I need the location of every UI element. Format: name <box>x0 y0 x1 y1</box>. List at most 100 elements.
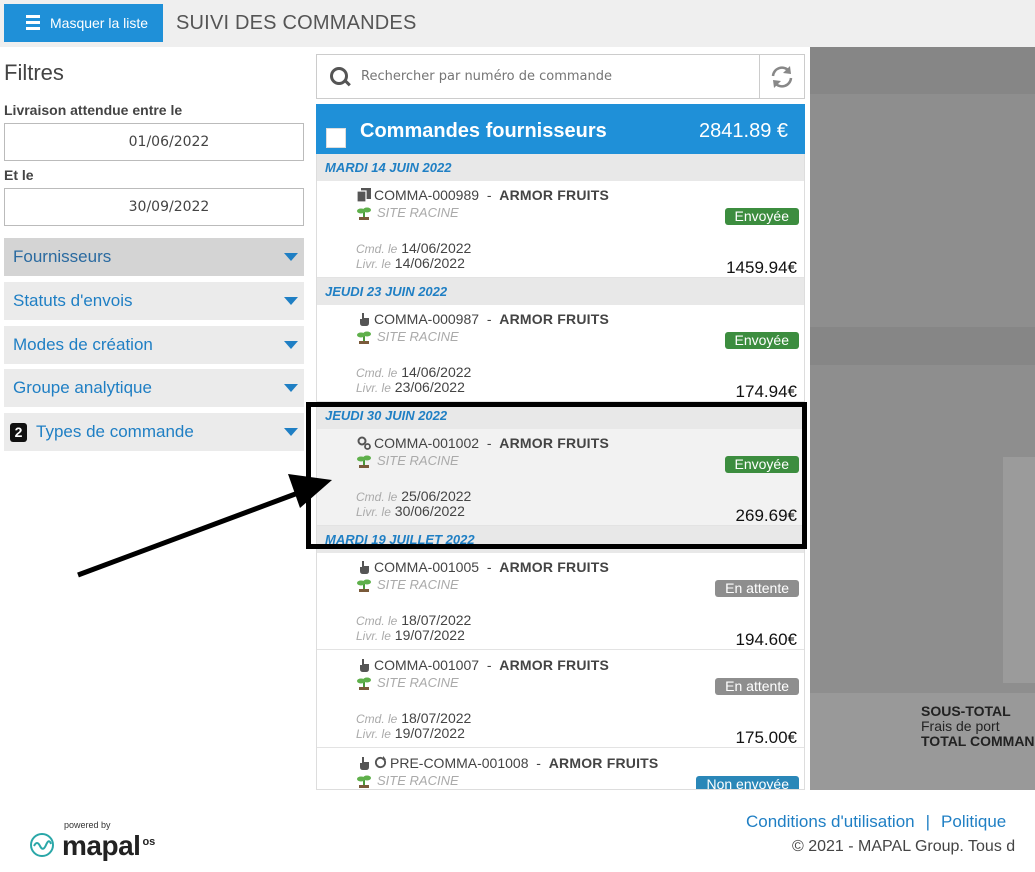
filter-count-badge: 2 <box>10 422 27 442</box>
detail-header-strip <box>810 47 1035 94</box>
order-cmd-date: Cmd. le 14/06/2022 <box>356 364 471 380</box>
shipping-label: Frais de port <box>921 718 1000 734</box>
filter-order-types[interactable]: 2 Types de commande <box>4 413 304 451</box>
order-supplier: ARMOR FRUITS <box>499 311 610 327</box>
livr-date-label: Livr. le <box>356 727 391 741</box>
site-name: SITE RACINE <box>377 675 459 690</box>
powered-by-text: powered by <box>64 820 111 830</box>
order-row[interactable]: COMMA-001005 - ARMOR FRUITS SITE RACINE … <box>317 553 804 650</box>
order-amount: 175.00€ <box>735 728 797 747</box>
order-supplier: ARMOR FRUITS <box>499 559 610 575</box>
livr-date-label: Livr. le <box>356 629 391 643</box>
policy-link[interactable]: Politique <box>941 812 1006 831</box>
filter-label: Fournisseurs <box>13 247 112 266</box>
copy-icon <box>357 188 371 202</box>
order-row[interactable]: COMMA-000987 - ARMOR FRUITS SITE RACINE … <box>317 305 804 402</box>
order-separator: - <box>486 657 492 673</box>
status-badge: En attente <box>715 580 799 597</box>
order-number: COMMA-001005 <box>374 559 480 575</box>
logo-word: mapal <box>62 830 141 861</box>
order-supplier: ARMOR FRUITS <box>499 657 610 673</box>
filter-analytic-group[interactable]: Groupe analytique <box>4 369 304 407</box>
hand-icon <box>360 313 369 326</box>
terms-link[interactable]: Conditions d'utilisation <box>746 812 915 831</box>
date-group-header: MARDI 14 JUIN 2022 <box>317 154 804 181</box>
recurring-icon <box>374 756 387 769</box>
site-name: SITE RACINE <box>377 577 459 592</box>
mapal-wave-icon <box>30 833 54 857</box>
order-number: COMMA-000987 <box>374 311 480 327</box>
hide-list-button[interactable]: Masquer la liste <box>4 4 163 42</box>
hide-list-label: Masquer la liste <box>50 15 149 31</box>
order-title: COMMA-000989 - ARMOR FRUITS <box>374 187 609 203</box>
mapal-logo: powered by mapal os <box>28 820 155 862</box>
filter-label: Modes de création <box>13 335 153 354</box>
site-name: SITE RACINE <box>377 773 459 788</box>
select-all-checkbox[interactable] <box>326 128 346 148</box>
livr-date-value: 19/07/2022 <box>394 627 465 643</box>
order-amount: 1459.94€ <box>726 258 797 277</box>
filter-suppliers[interactable]: Fournisseurs <box>4 238 304 276</box>
refresh-button[interactable] <box>759 54 805 99</box>
order-site: SITE RACINE <box>357 577 459 592</box>
filter-label: Groupe analytique <box>13 378 152 397</box>
delivery-to-input[interactable] <box>4 188 304 226</box>
search-input[interactable] <box>361 69 741 84</box>
hand-icon <box>360 561 369 574</box>
footer-links: Conditions d'utilisation | Politique <box>746 812 1006 832</box>
order-number: PRE-COMMA-001008 <box>390 755 529 771</box>
filters-panel: Filtres Livraison attendue entre le Et l… <box>0 47 310 792</box>
cmd-date-value: 18/07/2022 <box>401 612 472 628</box>
delivery-from-input[interactable] <box>4 123 304 161</box>
status-badge: Envoyée <box>724 332 799 349</box>
order-separator: - <box>536 755 541 771</box>
caret-down-icon <box>284 384 298 392</box>
filter-creation-modes[interactable]: Modes de création <box>4 326 304 364</box>
order-livr-date: Livr. le 19/07/2022 <box>356 627 465 643</box>
refresh-icon <box>771 65 793 88</box>
filter-send-status[interactable]: Statuts d'envois <box>4 282 304 320</box>
order-separator: - <box>486 311 492 327</box>
cmd-date-label: Cmd. le <box>356 366 398 380</box>
order-separator: - <box>486 559 492 575</box>
sprout-icon <box>357 331 371 344</box>
order-supplier: ARMOR FRUITS <box>499 187 610 203</box>
cmd-date-label: Cmd. le <box>356 614 398 628</box>
order-livr-date: Livr. le 19/07/2022 <box>356 725 465 741</box>
cmd-date-value: 14/06/2022 <box>401 364 472 380</box>
hand-icon <box>360 757 369 770</box>
cmd-date-label: Cmd. le <box>356 712 398 726</box>
search-box <box>316 54 760 99</box>
order-title: PRE-COMMA-001008 - ARMOR FRUITS <box>374 755 658 771</box>
sprout-icon <box>357 207 371 220</box>
search-icon <box>329 66 351 88</box>
filter-label: Statuts d'envois <box>13 291 133 310</box>
order-site: SITE RACINE <box>357 205 459 220</box>
filter-label: Types de commande <box>36 422 194 441</box>
page-title: SUIVI DES COMMANDES <box>176 12 417 34</box>
order-cmd-date: Cmd. le 18/07/2022 <box>356 612 471 628</box>
order-livr-date: Livr. le 23/06/2022 <box>356 379 465 395</box>
order-site: SITE RACINE <box>357 329 459 344</box>
order-cmd-date: Cmd. le 14/06/2022 <box>356 240 471 256</box>
order-separator: - <box>486 187 492 203</box>
caret-down-icon <box>284 297 298 305</box>
livr-date-value: 14/06/2022 <box>394 255 465 271</box>
order-row[interactable]: PRE-COMMA-001008 - ARMOR FRUITS SITE RAC… <box>317 749 804 789</box>
delivery-to-label: Et le <box>4 167 34 183</box>
livr-date-label: Livr. le <box>356 257 391 271</box>
order-title: COMMA-001005 - ARMOR FRUITS <box>374 559 609 575</box>
date-group-header: JEUDI 23 JUIN 2022 <box>317 278 804 305</box>
status-badge: Envoyée <box>724 208 799 225</box>
total-order-label: TOTAL COMMAN <box>921 733 1035 749</box>
status-badge: En attente <box>715 678 799 695</box>
livr-date-value: 19/07/2022 <box>394 725 465 741</box>
order-amount: 174.94€ <box>735 382 797 401</box>
order-row[interactable]: COMMA-001007 - ARMOR FRUITS SITE RACINE … <box>317 651 804 748</box>
site-name: SITE RACINE <box>377 205 459 220</box>
hand-icon <box>360 659 369 672</box>
orders-header: Commandes fournisseurs 2841.89 € <box>316 104 805 154</box>
menu-icon <box>26 14 40 32</box>
top-bar: Masquer la liste SUIVI DES COMMANDES <box>0 0 1035 47</box>
order-row[interactable]: COMMA-000989 - ARMOR FRUITS SITE RACINE … <box>317 181 804 278</box>
